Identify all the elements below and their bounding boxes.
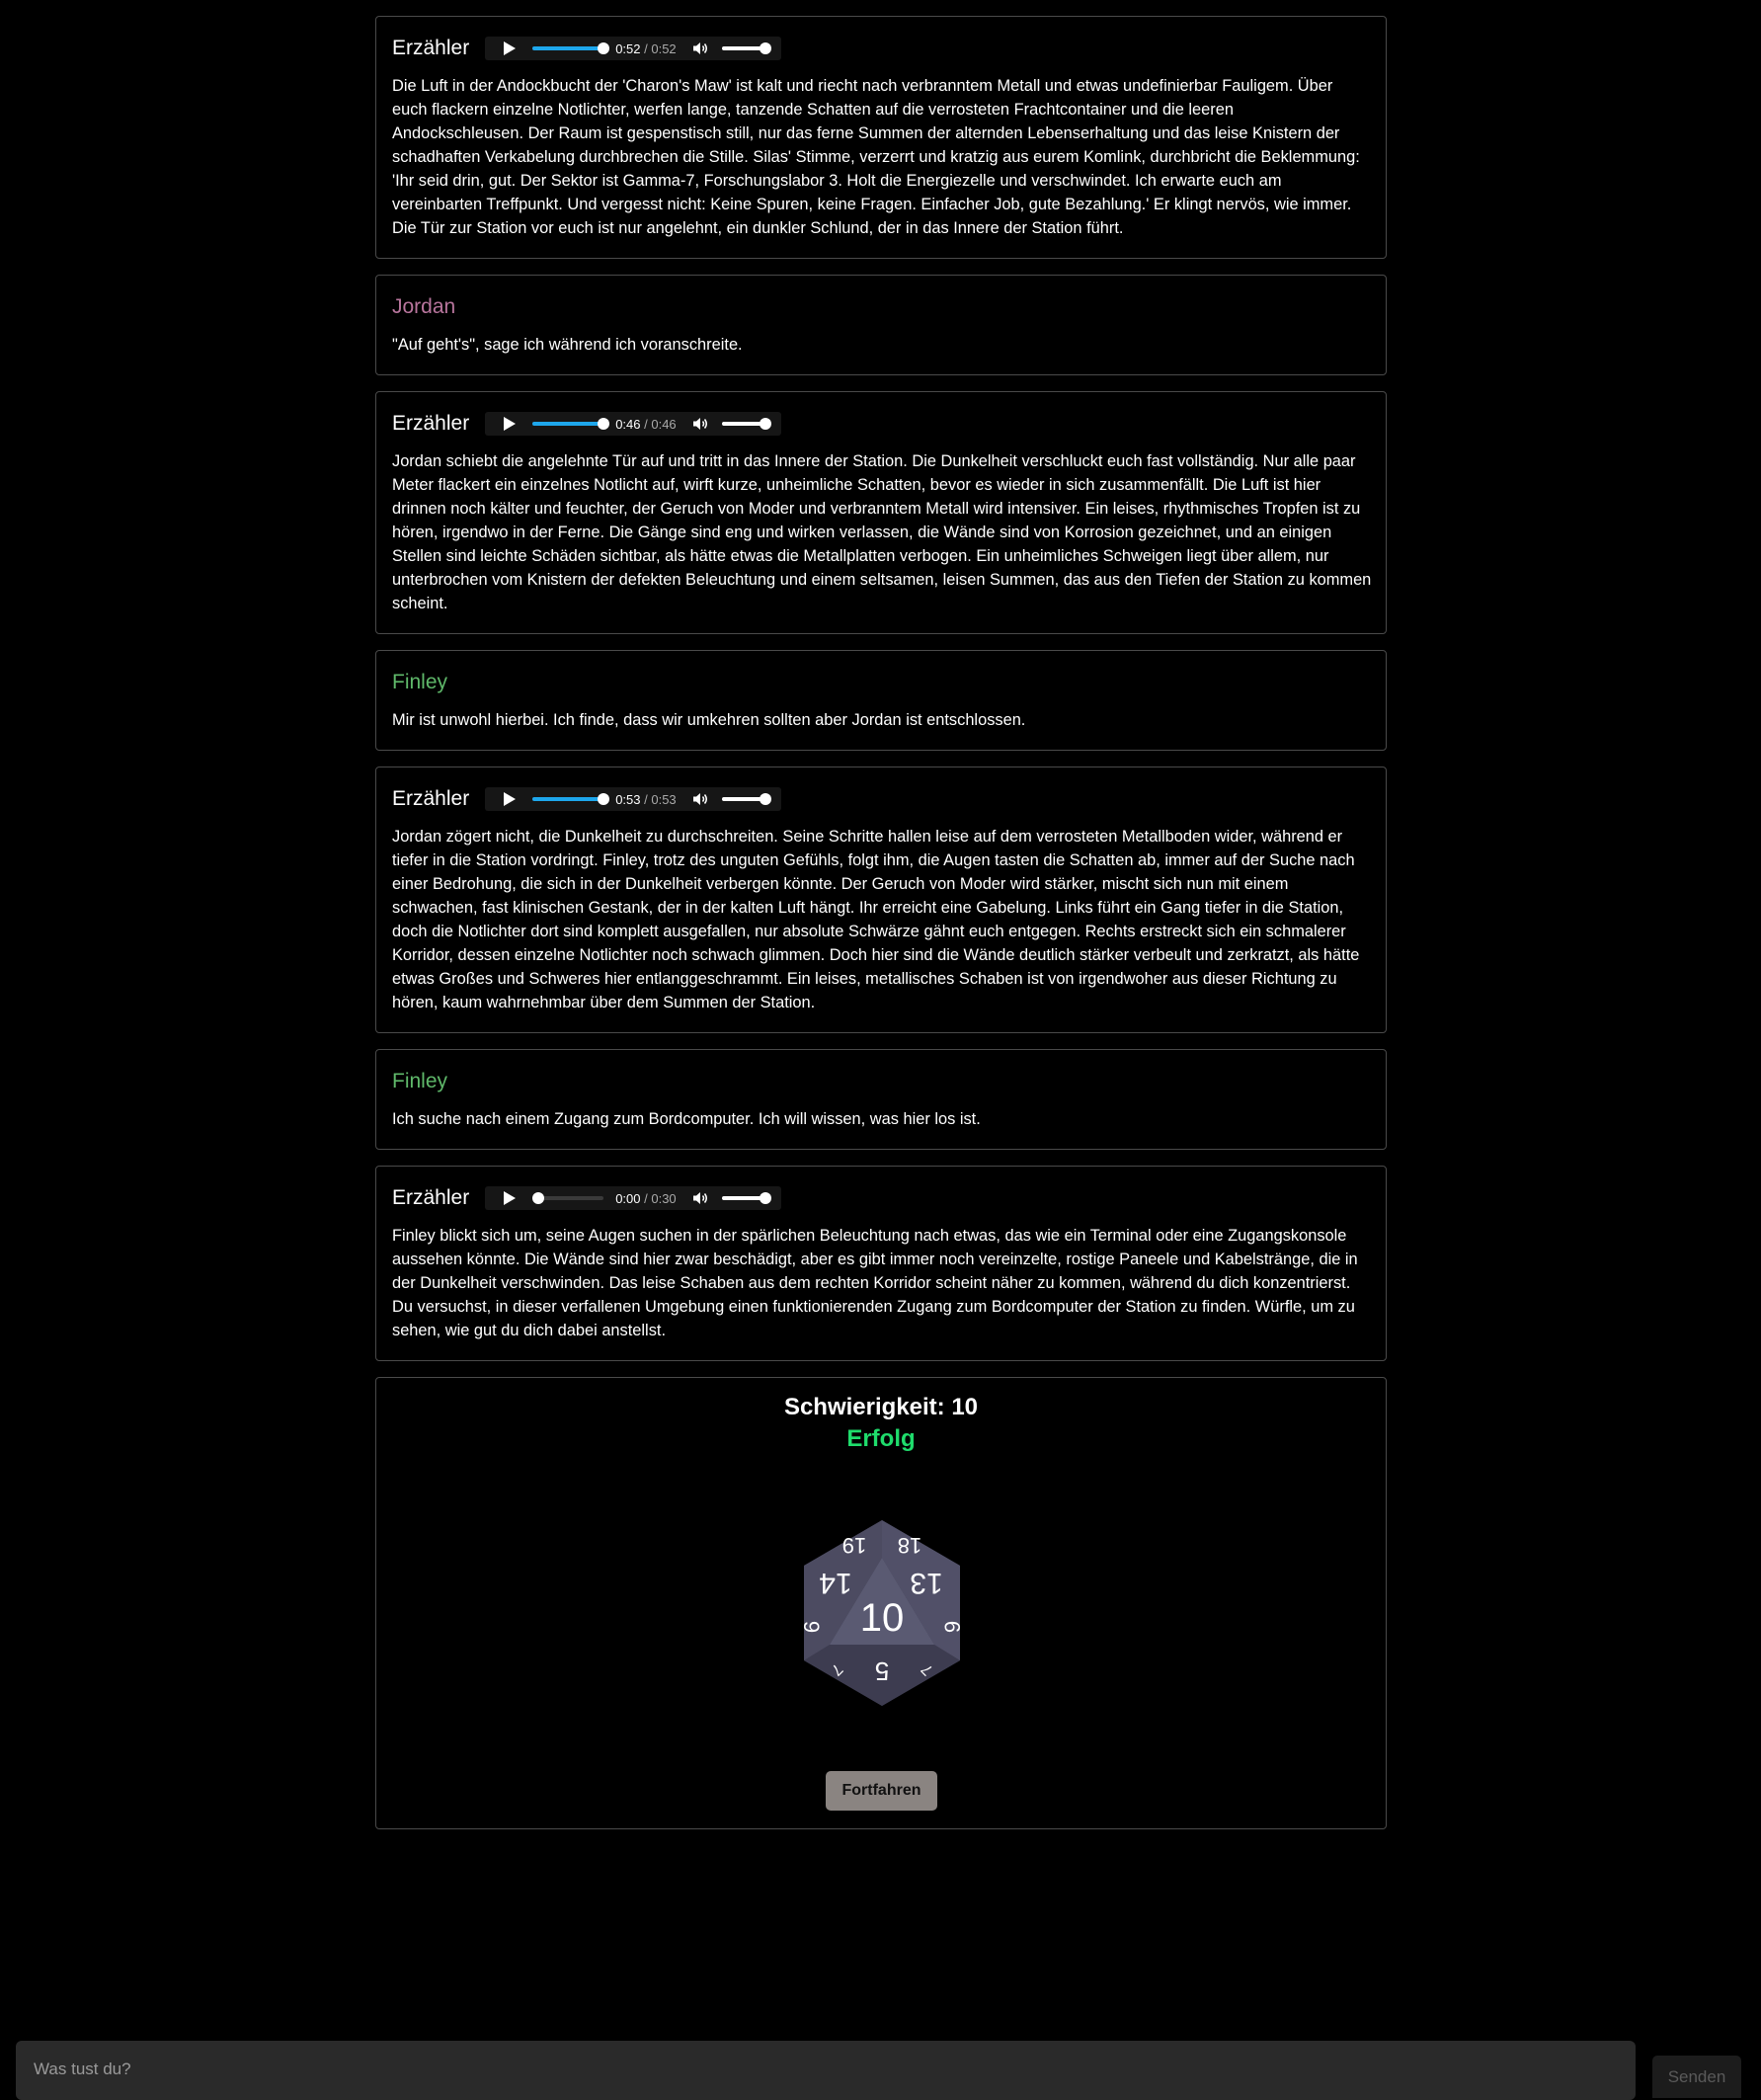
speaker-name: Jordan xyxy=(392,295,456,318)
play-icon[interactable] xyxy=(504,41,517,55)
narrator-message: Erzähler 0:00 / 0:30 Finley blickt sich … xyxy=(375,1166,1387,1361)
message-text: Finley blickt sich um, seine Augen suche… xyxy=(392,1227,1358,1339)
send-button[interactable]: Senden xyxy=(1652,2056,1741,2098)
audio-time: 0:52 / 0:52 xyxy=(615,41,677,56)
seek-bar[interactable] xyxy=(532,1192,604,1204)
volume-icon[interactable] xyxy=(692,417,708,431)
message-text: Mir ist unwohl hierbei. Ich finde, dass … xyxy=(392,711,1026,729)
die-center-number: 10 xyxy=(860,1596,905,1640)
message-text: Ich suche nach einem Zugang zum Bordcomp… xyxy=(392,1110,981,1128)
audio-player[interactable]: 0:53 / 0:53 xyxy=(485,787,782,811)
die-face-number: 18 xyxy=(898,1533,921,1558)
d20-die-icon: 10 19 18 14 13 9 9 5 7 7 xyxy=(800,1520,964,1706)
audio-player[interactable]: 0:52 / 0:52 xyxy=(485,37,782,60)
speaker-name: Erzähler xyxy=(392,1186,470,1209)
player-message: Finley Mir ist unwohl hierbei. Ich finde… xyxy=(375,650,1387,751)
speaker-name: Erzähler xyxy=(392,412,470,435)
volume-knob[interactable] xyxy=(760,42,772,54)
seek-bar[interactable] xyxy=(532,418,610,430)
die-face-number: 9 xyxy=(940,1621,964,1633)
play-icon[interactable] xyxy=(504,792,517,806)
audio-time: 0:46 / 0:46 xyxy=(615,417,677,432)
die-face-number: 9 xyxy=(800,1621,824,1633)
die-face-number: 5 xyxy=(875,1656,889,1686)
continue-button[interactable]: Fortfahren xyxy=(826,1771,937,1811)
audio-time: 0:53 / 0:53 xyxy=(615,792,677,807)
player-message: Jordan "Auf geht's", sage ich während ic… xyxy=(375,275,1387,375)
volume-icon[interactable] xyxy=(692,41,708,55)
play-icon[interactable] xyxy=(504,1191,517,1205)
die-face-number: 14 xyxy=(819,1567,851,1599)
die-face-number: 13 xyxy=(910,1567,942,1599)
speaker-name: Erzähler xyxy=(392,37,470,59)
audio-player[interactable]: 0:00 / 0:30 xyxy=(485,1186,782,1210)
message-text: Die Luft in der Andockbucht der 'Charon'… xyxy=(392,77,1360,237)
narrator-message: Erzähler 0:46 / 0:46 Jordan schiebt die … xyxy=(375,391,1387,634)
narrator-message: Erzähler 0:52 / 0:52 Die Luft in der And… xyxy=(375,16,1387,259)
audio-time: 0:00 / 0:30 xyxy=(615,1191,677,1206)
dice-roll-card: Schwierigkeit: 10 Erfolg 10 19 18 14 13 … xyxy=(375,1377,1387,1829)
message-text: Jordan schiebt die angelehnte Tür auf un… xyxy=(392,452,1372,612)
die-face-number: 19 xyxy=(842,1533,866,1558)
audio-player[interactable]: 0:46 / 0:46 xyxy=(485,412,782,436)
speaker-name: Finley xyxy=(392,1070,448,1092)
action-input-container xyxy=(16,2041,1636,2100)
volume-icon[interactable] xyxy=(692,1191,708,1205)
volume-knob[interactable] xyxy=(760,418,772,430)
seek-bar[interactable] xyxy=(532,42,610,54)
roll-result: Erfolg xyxy=(846,1425,916,1452)
volume-icon[interactable] xyxy=(692,792,708,806)
action-input[interactable] xyxy=(32,2041,1616,2098)
volume-knob[interactable] xyxy=(760,793,772,805)
seek-bar[interactable] xyxy=(532,793,610,805)
player-message: Finley Ich suche nach einem Zugang zum B… xyxy=(375,1049,1387,1150)
speaker-name: Finley xyxy=(392,671,448,693)
speaker-name: Erzähler xyxy=(392,787,470,810)
play-icon[interactable] xyxy=(504,417,517,431)
message-text: "Auf geht's", sage ich während ich voran… xyxy=(392,336,743,354)
message-text: Jordan zögert nicht, die Dunkelheit zu d… xyxy=(392,828,1360,1011)
volume-knob[interactable] xyxy=(760,1192,772,1204)
narrator-message: Erzähler 0:53 / 0:53 Jordan zögert nicht… xyxy=(375,767,1387,1033)
difficulty-label: Schwierigkeit: 10 xyxy=(783,1394,979,1420)
